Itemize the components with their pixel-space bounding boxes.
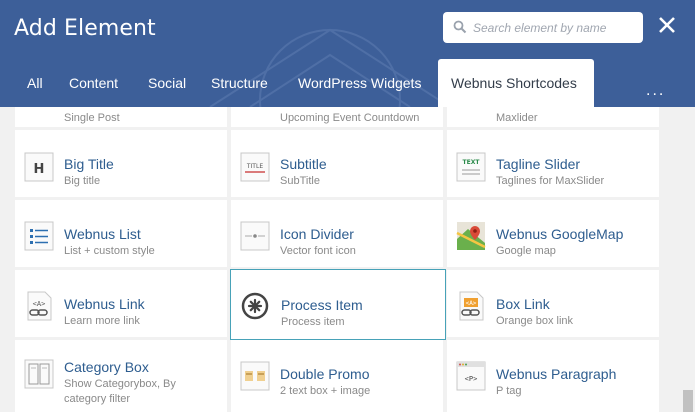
element-card[interactable]: <A> Webnus Link Learn more link [15, 270, 227, 337]
element-card[interactable]: Icon Divider Vector font icon [231, 200, 443, 267]
element-card[interactable]: TEXT Tagline Slider Taglines for MaxSlid… [447, 130, 659, 197]
element-name: Process Item [281, 297, 363, 313]
close-icon[interactable] [656, 14, 678, 36]
element-desc: Taglines for MaxSlider [496, 175, 605, 187]
modal-header: Add Element All Content Social Structure… [0, 0, 695, 107]
svg-text:TEXT: TEXT [463, 159, 481, 166]
big-title-icon: H [24, 152, 54, 182]
list-icon [24, 221, 54, 251]
box-link-icon: <A> [459, 291, 484, 321]
element-name: Webnus List [64, 226, 141, 242]
tab-all[interactable]: All [27, 59, 43, 107]
element-grid: Single Post Upcoming Event Countdown Max… [0, 107, 681, 412]
element-card[interactable]: Category Box Show Categorybox, By catego… [15, 340, 227, 412]
element-card[interactable]: Webnus List List + custom style [15, 200, 227, 267]
element-name: Double Promo [280, 366, 370, 382]
double-promo-icon [240, 361, 270, 391]
scrollbar[interactable] [681, 107, 695, 412]
element-card-selected[interactable]: Process Item Process item [230, 269, 446, 340]
tab-content[interactable]: Content [69, 59, 118, 107]
element-card[interactable]: TITLE Subtitle SubTitle [231, 130, 443, 197]
element-desc: SubTitle [280, 175, 320, 187]
element-name: Icon Divider [280, 226, 354, 242]
more-tabs-button[interactable]: ... [646, 82, 665, 100]
element-desc: List + custom style [64, 245, 155, 257]
paragraph-icon: <P> [456, 361, 486, 391]
element-name: Big Title [64, 156, 114, 172]
element-desc: Show Categorybox, By category filter [64, 378, 176, 405]
search-input[interactable] [473, 12, 638, 43]
element-name: Subtitle [280, 156, 327, 172]
svg-text:<A>: <A> [466, 300, 477, 307]
element-card-partial[interactable]: Maxlider [447, 107, 659, 127]
tab-social[interactable]: Social [148, 59, 186, 107]
tab-wordpress-widgets[interactable]: WordPress Widgets [298, 59, 421, 107]
element-desc: Google map [496, 245, 556, 257]
element-name: Webnus Link [64, 296, 145, 312]
element-desc: Learn more link [64, 315, 140, 327]
element-desc: P tag [496, 385, 522, 397]
element-desc: Big title [64, 175, 101, 187]
google-map-icon [456, 222, 486, 250]
element-desc: Orange box link [496, 315, 574, 327]
link-icon: <A> [27, 291, 52, 321]
search-icon [453, 20, 467, 34]
icon-divider-icon [240, 221, 270, 251]
process-item-icon [241, 292, 269, 320]
element-name: Tagline Slider [496, 156, 581, 172]
element-card-partial[interactable]: Single Post [15, 107, 227, 127]
modal-title: Add Element [14, 16, 156, 41]
element-card[interactable]: <A> Box Link Orange box link [447, 270, 659, 337]
svg-text:<P>: <P> [465, 375, 478, 383]
element-desc: Vector font icon [280, 245, 356, 257]
scrollbar-thumb[interactable] [683, 390, 693, 412]
element-name: Category Box [64, 359, 149, 375]
element-name: Webnus Paragraph [496, 366, 617, 382]
element-card[interactable]: <P> Webnus Paragraph P tag [447, 340, 659, 412]
element-card-partial[interactable]: Upcoming Event Countdown [231, 107, 443, 127]
subtitle-icon: TITLE [240, 152, 270, 182]
search-box[interactable] [443, 12, 643, 43]
element-name: Webnus GoogleMap [496, 226, 624, 242]
element-card[interactable]: H Big Title Big title [15, 130, 227, 197]
element-desc: Process item [281, 316, 345, 328]
element-card[interactable]: Webnus GoogleMap Google map [447, 200, 659, 267]
category-tabs: All Content Social Structure WordPress W… [0, 59, 695, 107]
element-desc: 2 text box + image [280, 385, 371, 397]
tab-webnus-shortcodes[interactable]: Webnus Shortcodes [438, 59, 594, 107]
element-card[interactable]: Double Promo 2 text box + image [231, 340, 443, 412]
tab-structure[interactable]: Structure [211, 59, 268, 107]
svg-text:TITLE: TITLE [246, 163, 263, 170]
svg-text:<A>: <A> [33, 300, 46, 308]
category-box-icon [24, 359, 54, 389]
element-name: Box Link [496, 296, 550, 312]
tagline-slider-icon: TEXT [456, 152, 486, 182]
svg-text:H: H [34, 162, 45, 177]
